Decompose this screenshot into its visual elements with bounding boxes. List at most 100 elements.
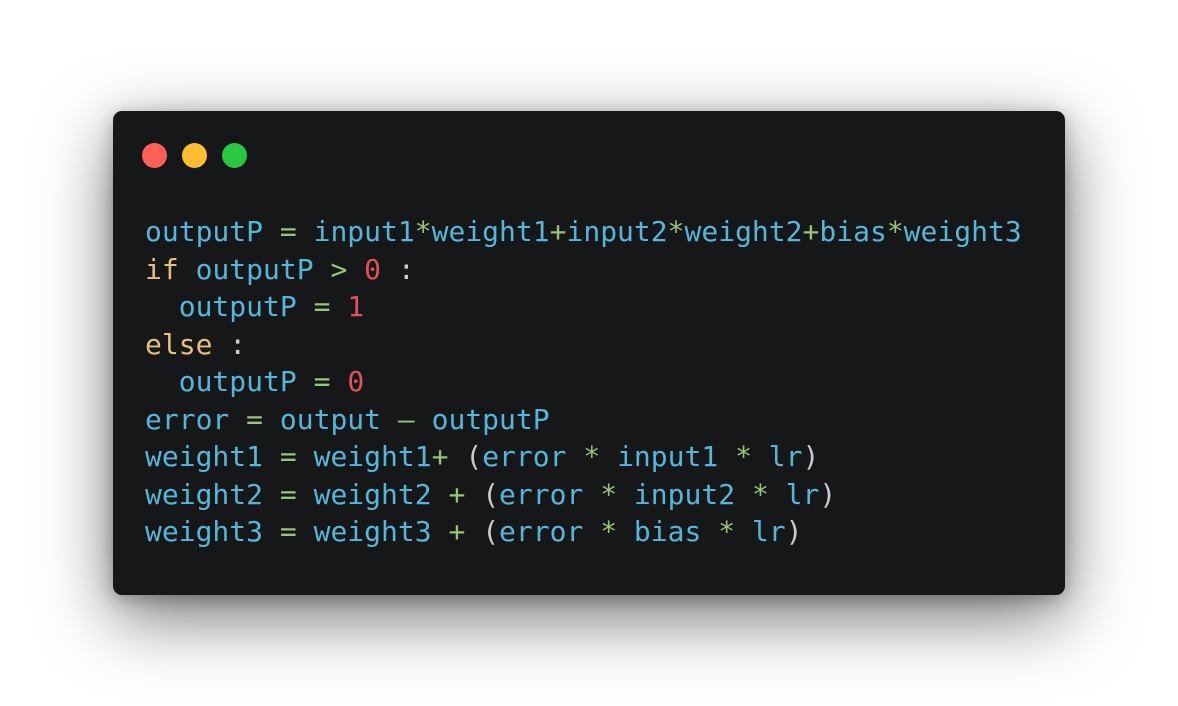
code-identifier: weight2 xyxy=(145,477,264,511)
code-identifier: input1 xyxy=(313,215,415,248)
code-operator: + xyxy=(431,440,449,473)
code-number: 0 xyxy=(347,365,365,398)
code-operator: * xyxy=(751,477,769,511)
code-punctuation: : xyxy=(397,252,415,286)
code-identifier: lr xyxy=(751,515,786,548)
code-identifier: lr xyxy=(768,440,803,473)
code-identifier: input2 xyxy=(566,215,668,248)
code-window: outputP = input1*weight1+input2*weight2+… xyxy=(113,111,1065,595)
code-line: error = output – outputP xyxy=(145,401,1022,439)
code-identifier: bias xyxy=(633,515,702,548)
zoom-control-icon[interactable] xyxy=(222,143,247,168)
code-operator: > xyxy=(330,252,348,286)
code-punctuation: ( xyxy=(482,515,500,548)
code-identifier: output xyxy=(279,402,382,436)
code-operator: + xyxy=(802,215,820,248)
code-identifier: weight3 xyxy=(313,515,432,548)
code-operator: + xyxy=(448,477,466,511)
code-punctuation: ( xyxy=(482,477,500,511)
code-punctuation: ) xyxy=(785,515,803,548)
code-identifier: outputP xyxy=(145,215,264,248)
code-line: weight1 = weight1+ (error * input1 * lr) xyxy=(145,438,1022,476)
screenshot-stage: outputP = input1*weight1+input2*weight2+… xyxy=(0,0,1178,706)
code-keyword: if xyxy=(145,252,179,286)
code-keyword: else xyxy=(145,327,213,361)
code-identifier: outputP xyxy=(178,290,297,323)
code-punctuation: ) xyxy=(802,440,820,473)
close-control-icon[interactable] xyxy=(142,143,167,168)
code-operator: = xyxy=(313,290,331,323)
code-identifier: input1 xyxy=(617,440,719,473)
code-identifier: outputP xyxy=(195,252,314,286)
code-identifier: error xyxy=(499,515,584,548)
code-operator: * xyxy=(414,215,432,248)
code-identifier: weight3 xyxy=(145,515,264,548)
code-operator: * xyxy=(667,215,685,248)
code-identifier: input2 xyxy=(633,477,736,511)
code-punctuation: : xyxy=(229,327,247,361)
code-identifier: outputP xyxy=(431,402,550,436)
code-operator: = xyxy=(313,365,331,398)
code-line: outputP = input1*weight1+input2*weight2+… xyxy=(145,213,1022,251)
code-operator: = xyxy=(279,440,297,473)
code-operator: * xyxy=(718,515,736,548)
code-punctuation: ) xyxy=(819,477,837,511)
code-identifier: error xyxy=(499,477,584,511)
code-identifier: lr xyxy=(785,477,820,511)
code-operator: * xyxy=(583,440,601,473)
code-identifier: weight1 xyxy=(431,215,550,248)
code-line: else : xyxy=(145,326,1022,364)
code-identifier: outputP xyxy=(178,365,297,398)
code-operator: * xyxy=(886,215,904,248)
code-block: outputP = input1*weight1+input2*weight2+… xyxy=(145,213,1022,551)
code-identifier: weight2 xyxy=(313,477,432,511)
code-operator: * xyxy=(600,477,618,511)
minimize-control-icon[interactable] xyxy=(182,143,207,168)
code-punctuation: ( xyxy=(465,440,483,473)
code-operator: * xyxy=(735,440,752,473)
code-identifier: error xyxy=(145,402,230,436)
code-identifier: error xyxy=(482,440,567,473)
code-identifier: weight1 xyxy=(313,440,432,473)
code-identifier: weight3 xyxy=(903,215,1022,248)
code-operator: = xyxy=(279,515,297,548)
code-identifier: weight1 xyxy=(145,440,264,473)
code-line: weight3 = weight3 + (error * bias * lr) xyxy=(145,513,1022,551)
code-line: if outputP > 0 : xyxy=(145,251,1022,289)
code-number: 0 xyxy=(364,252,382,286)
window-controls xyxy=(142,143,247,168)
code-line: outputP = 0 xyxy=(145,363,1022,401)
